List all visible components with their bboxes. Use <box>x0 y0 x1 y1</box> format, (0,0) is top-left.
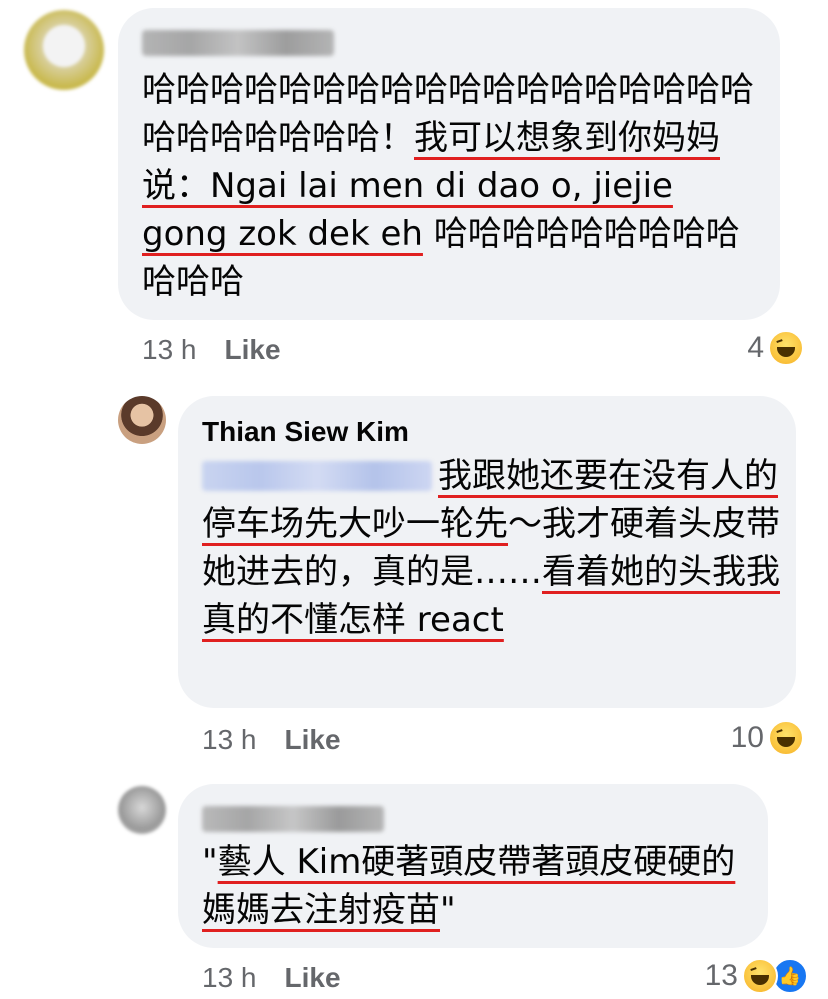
comment-text: 我跟她还要在没有人的停车场先大吵一轮先～我才硬着头皮带她进去的，真的是……看着她… <box>202 456 780 640</box>
comment-meta: 13 h Like <box>202 724 341 756</box>
timestamp[interactable]: 13 h <box>202 724 257 755</box>
haha-reaction-icon <box>768 330 804 366</box>
commenter-name-blurred[interactable] <box>202 806 384 832</box>
reaction-count-number: 13 <box>704 959 738 992</box>
reaction-count[interactable]: 10 <box>731 720 804 756</box>
reaction-count-number: 10 <box>730 721 764 754</box>
haha-reaction-icon <box>742 958 778 994</box>
comment-text: "藝人 Kim硬著頭皮帶著頭皮硬硬的媽媽去注射疫苗" <box>202 842 736 930</box>
commenter-name[interactable]: Thian Siew Kim <box>202 416 409 448</box>
comment-meta: 13 h Like <box>202 962 341 994</box>
mention-blurred[interactable] <box>202 461 432 491</box>
haha-reaction-icon <box>768 720 804 756</box>
like-button[interactable]: Like <box>285 962 341 993</box>
like-button[interactable]: Like <box>225 334 281 365</box>
like-button[interactable]: Like <box>285 724 341 755</box>
commenter-name-blurred[interactable] <box>142 30 334 56</box>
timestamp[interactable]: 13 h <box>202 962 257 993</box>
avatar[interactable] <box>118 396 166 444</box>
avatar[interactable] <box>24 10 104 90</box>
avatar[interactable] <box>118 786 166 834</box>
comment-meta: 13 h Like <box>142 334 281 366</box>
comment-text: 哈哈哈哈哈哈哈哈哈哈哈哈哈哈哈哈哈哈哈哈哈哈哈哈哈！我可以想象到你妈妈说：Nga… <box>142 70 754 302</box>
reaction-count-number: 4 <box>747 331 764 364</box>
reaction-count[interactable]: 4 <box>747 330 804 366</box>
timestamp[interactable]: 13 h <box>142 334 197 365</box>
reaction-count[interactable]: 13 👍 <box>705 958 808 994</box>
